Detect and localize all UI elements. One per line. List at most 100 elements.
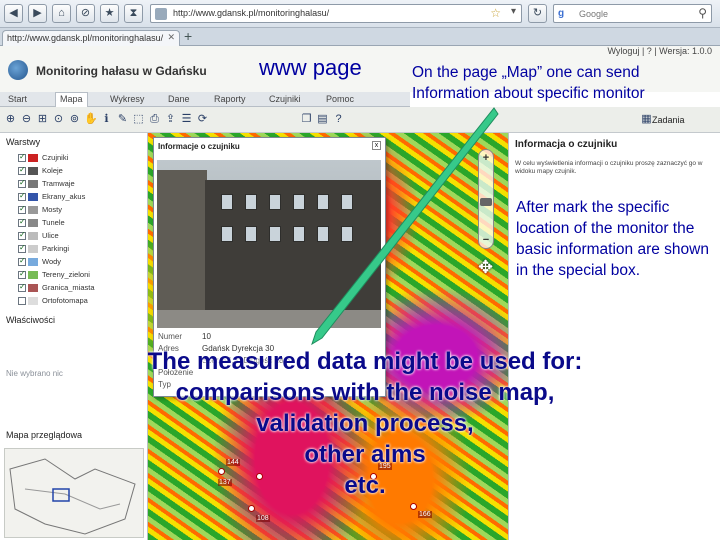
zoom-in-tool-icon[interactable]: ⊕ [4,113,17,126]
sensor-marker[interactable] [248,505,255,512]
tab-czujniki[interactable]: Czujniki [265,94,305,104]
zoom-out-icon[interactable]: − [481,234,491,246]
layer-row[interactable]: Czujniki [18,152,68,164]
annotation-measured-data: The measured data might be used for: com… [60,346,670,501]
layer-symbol-icon [28,245,38,254]
tab-start[interactable]: Start [4,94,31,104]
measure-tool-icon[interactable]: ✎ [116,113,129,126]
right-panel-title: Informacja o czujniku [515,139,618,150]
layer-symbol-icon [28,219,38,228]
url-bar[interactable]: http://www.gdansk.pl/monitoringhalasu/ ☆… [150,4,522,23]
tab-close-icon[interactable]: ✕ [167,32,175,43]
pan-tool-icon[interactable]: ✋ [84,113,98,126]
history-button[interactable]: ⧗ [124,4,143,23]
layers-tool-icon[interactable]: ❐ [300,113,313,126]
annotation-map-note-line2: Information about specific monitor [412,85,645,102]
stop-button[interactable]: ⊘ [76,4,95,23]
layer-label: Ulice [42,231,59,240]
zadania-button[interactable]: Zadania [652,115,685,125]
tab-wykresy[interactable]: Wykresy [106,94,148,104]
print-tool-icon[interactable]: ⎙ [148,113,161,126]
search-engine-icon[interactable]: g [558,8,564,19]
layer-checkbox[interactable] [18,191,26,202]
forward-button[interactable]: ▶ [28,4,47,23]
search-icon[interactable]: ⚲ [698,6,707,20]
identify-tool-icon[interactable]: ℹ [100,113,113,126]
url-dropdown-icon[interactable]: ▾ [511,6,516,17]
zoom-out-tool-icon[interactable]: ⊖ [20,113,33,126]
new-tab-button[interactable]: + [184,28,192,44]
layer-row[interactable]: Parkingi [18,243,70,255]
bookmark-star-icon[interactable]: ☆ [490,6,501,20]
layer-row[interactable]: Wody [18,256,61,268]
export-tool-icon[interactable]: ⇪ [164,113,177,126]
layer-checkbox[interactable] [18,178,26,189]
layer-label: Mosty [42,205,63,214]
layer-checkbox[interactable] [18,165,26,176]
tab-strip: http://www.gdansk.pl/monitoringhalasu/ ✕… [0,28,720,46]
layer-checkbox[interactable] [18,282,26,293]
photo-window [245,194,257,210]
help-tool-icon[interactable]: ? [332,113,345,126]
layer-checkbox[interactable] [18,256,26,267]
field-label: Numer [158,332,183,341]
zoom-prev-icon[interactable]: ⊙ [52,113,65,126]
annotation-map-note-line1: On the page „Map” one can send [412,64,640,81]
info-tool-icon[interactable]: ☰ [180,113,193,126]
layer-label: Parkingi [42,244,70,253]
sensor-marker[interactable] [410,503,417,510]
layer-label: Tunele [42,218,65,227]
layer-row[interactable]: Tunele [18,217,65,229]
zoom-extent-icon[interactable]: ⊞ [36,113,49,126]
photo-sidewalk [157,310,381,328]
layer-row[interactable]: Tereny_zieloni [18,269,90,281]
layer-checkbox[interactable] [18,297,26,306]
layer-symbol-icon [28,258,38,267]
layer-symbol-icon [28,193,38,202]
layer-row[interactable]: Ekrany_akus [18,191,86,203]
layer-row[interactable]: Tramwaje [18,178,75,190]
bookmarks-button[interactable]: ★ [100,4,119,23]
select-tool-icon[interactable]: ⬚ [132,113,145,126]
layer-row[interactable]: Koleje [18,165,63,177]
photo-window [317,226,329,242]
back-button[interactable]: ◀ [4,4,23,23]
header-links[interactable]: Wyloguj | ? | Wersja: 1.0.0 [608,46,712,56]
search-bar[interactable]: g Google ⚲ [553,4,712,23]
photo-window [245,226,257,242]
layer-checkbox[interactable] [18,204,26,215]
photo-window [293,226,305,242]
layer-row[interactable]: Mosty [18,204,63,216]
popup-close-button[interactable]: x [372,141,381,150]
photo-window [341,194,353,210]
layer-label: Ortofotomapa [42,296,88,305]
legend-tool-icon[interactable]: ▤ [316,113,329,126]
layer-checkbox[interactable] [18,269,26,280]
refresh-tool-icon[interactable]: ⟳ [196,113,209,126]
browser-tab[interactable]: http://www.gdansk.pl/monitoringhalasu/ ✕ [2,30,180,46]
search-input[interactable]: Google [579,9,608,19]
tab-dane[interactable]: Dane [164,94,194,104]
zoom-in-icon[interactable]: + [481,152,491,164]
layer-checkbox[interactable] [18,152,26,163]
layer-checkbox[interactable] [18,243,26,254]
layer-symbol-icon [28,271,38,280]
zoom-next-icon[interactable]: ⊚ [68,113,81,126]
layer-label: Ekrany_akus [42,192,86,201]
tab-pomoc[interactable]: Pomoc [322,94,358,104]
home-button[interactable]: ⌂ [52,4,71,23]
layer-checkbox[interactable] [18,230,26,241]
reload-button[interactable]: ↻ [528,4,547,23]
zoom-slider[interactable]: + − [478,149,494,249]
field-value: 10 [202,332,211,341]
layer-row[interactable]: Ulice [18,230,59,242]
pan-control-icon[interactable]: ✥ [478,257,498,277]
photo-window [293,194,305,210]
photo-window [269,226,281,242]
tab-raporty[interactable]: Raporty [210,94,250,104]
tab-mapa[interactable]: Mapa [55,92,88,107]
zoom-slider-thumb[interactable] [480,198,492,206]
layer-row[interactable]: Ortofotomapa [18,296,88,307]
layer-row[interactable]: Granica_miasta [18,282,95,294]
layer-checkbox[interactable] [18,217,26,228]
